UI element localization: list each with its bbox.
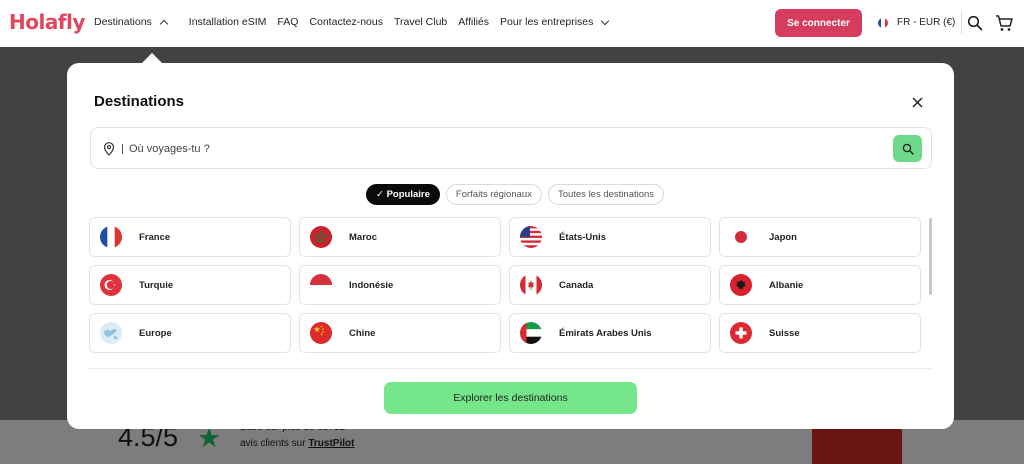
modal-pointer xyxy=(142,53,162,63)
rating-line-2: avis clients sur TrustPilot xyxy=(240,436,354,452)
destination-label: Turquie xyxy=(139,279,174,291)
destination-label: Albanie xyxy=(769,279,804,291)
destination-card-chine[interactable]: Chine xyxy=(299,313,501,353)
china-flag-icon xyxy=(310,322,332,344)
destination-card-albanie[interactable]: Albanie xyxy=(719,265,921,305)
holafly-logo[interactable]: Holafly xyxy=(9,10,85,34)
destination-label: Chine xyxy=(349,327,376,339)
nav-travel-club-label: Travel Club xyxy=(393,16,448,28)
nav-entreprises-label: Pour les entreprises xyxy=(500,16,594,28)
search-input[interactable] xyxy=(122,138,882,160)
decorative-image xyxy=(812,428,902,464)
nav-installation-esim[interactable]: Installation eSIM xyxy=(189,16,267,28)
nav-entreprises[interactable]: Pour les entreprises xyxy=(500,16,610,28)
cart-icon[interactable] xyxy=(995,14,1013,32)
chevron-up-icon xyxy=(159,19,169,29)
close-icon[interactable] xyxy=(911,96,924,109)
nav-affilies[interactable]: Affiliés xyxy=(458,16,489,28)
destination-card-indonesie[interactable]: Indonésie xyxy=(299,265,501,305)
location-pin-icon xyxy=(103,142,115,156)
nav-travel-club[interactable]: Travel Club xyxy=(394,16,447,28)
language-label: FR - EUR (€) xyxy=(897,17,956,28)
chevron-down-icon xyxy=(601,16,610,25)
nav-installation-esim-label: Installation eSIM xyxy=(188,16,267,28)
destination-label: Canada xyxy=(559,279,594,291)
tab-toutes-destinations[interactable]: Toutes les destinations xyxy=(547,184,665,205)
language-selector[interactable]: FR - EUR (€) xyxy=(878,17,955,28)
rating-line-2-prefix: avis clients sur xyxy=(240,438,309,449)
destination-card-japon[interactable]: Japon xyxy=(719,217,921,257)
explore-destinations-button[interactable]: Explorer les destinations xyxy=(384,382,637,414)
search-icon[interactable] xyxy=(967,15,983,31)
modal-title: Destinations xyxy=(94,93,185,110)
destination-label: Suisse xyxy=(769,327,800,339)
destination-card-emirats-arabes-unis[interactable]: Émirats Arabes Unis xyxy=(509,313,711,353)
japan-flag-icon xyxy=(730,226,752,248)
destination-label: France xyxy=(139,231,171,243)
nav-faq[interactable]: FAQ xyxy=(277,16,298,28)
destination-label: Europe xyxy=(139,327,172,339)
destination-label: Indonésie xyxy=(349,279,394,291)
destination-label: Émirats Arabes Unis xyxy=(559,327,652,339)
destination-search xyxy=(90,127,932,169)
turkey-flag-icon xyxy=(100,274,122,296)
tab-forfaits-regionaux[interactable]: Forfaits régionaux xyxy=(445,184,542,205)
tab-populaire[interactable]: ✓ Populaire xyxy=(366,184,440,205)
europe-globe-icon xyxy=(100,322,122,344)
destination-tabs: ✓ Populaire Forfaits régionaux Toutes le… xyxy=(366,184,670,205)
nav-destinations[interactable]: Destinations xyxy=(94,16,169,29)
destination-card-maroc[interactable]: Maroc xyxy=(299,217,501,257)
morocco-flag-icon xyxy=(310,226,332,248)
destinations-scrollbar[interactable] xyxy=(929,218,932,295)
france-flag-icon xyxy=(878,17,888,28)
destination-label: États-Unis xyxy=(559,231,606,243)
destination-card-france[interactable]: France xyxy=(89,217,291,257)
top-header: Holafly Destinations Installation eSIM F… xyxy=(0,0,1024,47)
destination-card-europe[interactable]: Europe xyxy=(89,313,291,353)
main-nav: Destinations Installation eSIM FAQ Conta… xyxy=(94,16,619,29)
modal-divider xyxy=(89,368,932,369)
nav-affilies-label: Affiliés xyxy=(458,16,490,28)
login-button[interactable]: Se connecter xyxy=(775,9,862,37)
uae-flag-icon xyxy=(520,322,542,344)
usa-flag-icon xyxy=(520,226,542,248)
nav-destinations-label: Destinations xyxy=(94,16,152,28)
albania-flag-icon xyxy=(730,274,752,296)
destination-label: Maroc xyxy=(349,231,377,243)
search-submit-button[interactable] xyxy=(893,135,922,162)
search-icon xyxy=(902,143,914,155)
indonesia-flag-icon xyxy=(310,274,332,296)
switzerland-flag-icon xyxy=(730,322,752,344)
destination-label: Japon xyxy=(769,231,797,243)
canada-flag-icon xyxy=(520,274,542,296)
nav-contact-label: Contactez-nous xyxy=(309,16,383,28)
star-icon: ★ xyxy=(197,423,222,453)
destination-card-turquie[interactable]: Turquie xyxy=(89,265,291,305)
nav-faq-label: FAQ xyxy=(277,16,299,28)
destinations-modal: Destinations ✓ Populaire Forfaits région… xyxy=(67,63,954,429)
france-flag-icon xyxy=(100,226,122,248)
destination-card-suisse[interactable]: Suisse xyxy=(719,313,921,353)
nav-contact[interactable]: Contactez-nous xyxy=(309,16,383,28)
trustpilot-link[interactable]: TrustPilot xyxy=(308,438,354,449)
destinations-grid: France Maroc États-Unis Japon Turquie In… xyxy=(89,217,922,353)
header-divider xyxy=(961,11,962,34)
destination-card-canada[interactable]: Canada xyxy=(509,265,711,305)
destination-card-etats-unis[interactable]: États-Unis xyxy=(509,217,711,257)
